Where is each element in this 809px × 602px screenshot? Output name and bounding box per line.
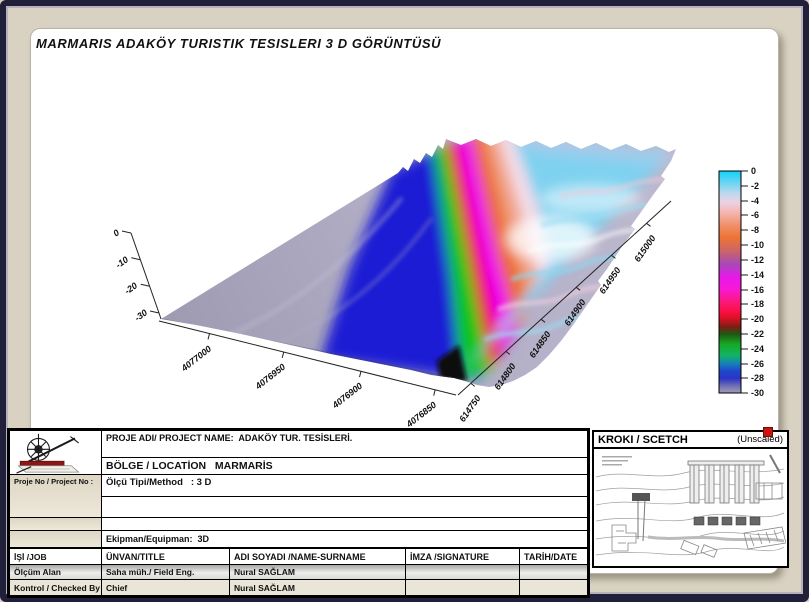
location-label: BÖLGE / LOCATİON: [106, 460, 206, 472]
svg-text:-20: -20: [123, 280, 139, 296]
row2-name-cell: Nural SAĞLAM: [230, 580, 406, 595]
method-cell: Ölçü Tipi/Method : 3 D: [102, 475, 587, 497]
equipment-value: 3D: [198, 534, 210, 544]
col-header-date-text: TARİH/DATE: [524, 552, 577, 562]
svg-text:-16: -16: [751, 285, 764, 295]
row1-name: Nural SAĞLAM: [234, 567, 295, 577]
svg-text:-28: -28: [751, 373, 764, 383]
project-name-cell: PROJE ADI/ PROJECT NAME: ADAKÖY TUR. TES…: [102, 431, 587, 458]
surface-mesh: [121, 109, 701, 409]
svg-text:4077000: 4077000: [179, 344, 214, 374]
col-header-signature-text: İMZA /SIGNATURE: [410, 552, 489, 562]
svg-text:-4: -4: [751, 196, 759, 206]
col-header-signature: İMZA /SIGNATURE: [406, 547, 520, 565]
col-header-title-text: ÜNVAN/TITLE: [106, 552, 165, 562]
row1-title-cell: Saha müh./ Field Eng.: [102, 565, 230, 580]
row2-job-cell: Kontrol / Checked By: [10, 580, 102, 595]
svg-text:-26: -26: [751, 359, 764, 369]
empty-left-cell-1: [10, 518, 102, 531]
svg-text:4076900: 4076900: [330, 381, 365, 411]
company-logo: [11, 432, 97, 474]
row1-title: Saha müh./ Field Eng.: [106, 567, 194, 577]
col-header-date: TARİH/DATE: [520, 547, 587, 565]
svg-text:4076950: 4076950: [253, 362, 288, 392]
empty-right-cell-1: [102, 497, 587, 518]
svg-text:-20: -20: [751, 314, 764, 324]
kroki-panel: KROKI / SCETCH (Unscaled): [592, 430, 789, 568]
project-no-label: Proje No / Project No :: [14, 477, 93, 486]
svg-text:615000: 615000: [632, 233, 657, 263]
red-corner-mark: [763, 427, 773, 437]
svg-text:0: 0: [111, 227, 121, 238]
project-no-cell: Proje No / Project No :: [10, 475, 102, 518]
col-header-title: ÜNVAN/TITLE: [102, 547, 230, 565]
empty-right-cell-2: [102, 518, 587, 531]
colorbar-labels: 0 -2 -4 -6 -8 -10 -12 -14 -16 -18 -20 -2…: [751, 166, 764, 398]
col-header-job: İŞİ /JOB: [14, 552, 47, 562]
empty-left-cell-2: [10, 531, 102, 547]
kroki-unscaled-note: (Unscaled): [737, 434, 783, 445]
row2-job: Kontrol / Checked By: [14, 583, 100, 593]
equipment-cell: Ekipman/Equipman: 3D: [102, 531, 587, 547]
row2-title: Chief: [106, 583, 127, 593]
svg-text:-24: -24: [751, 344, 764, 354]
row1-signature-cell: [406, 565, 520, 580]
row2-title-cell: Chief: [102, 580, 230, 595]
kroki-header: KROKI / SCETCH (Unscaled): [594, 432, 787, 449]
row2-date-cell: [520, 580, 587, 595]
kroki-sketch: [594, 449, 786, 564]
row2-signature-cell: [406, 580, 520, 595]
project-label: PROJE ADI/ PROJECT NAME:: [106, 433, 234, 443]
svg-text:-22: -22: [751, 329, 764, 339]
svg-text:-30: -30: [751, 388, 764, 398]
z-axis: [122, 231, 161, 319]
titleblock-table: Proje No / Project No : İŞİ /JOB Ölçüm A…: [7, 428, 590, 598]
colorbar: 0 -2 -4 -6 -8 -10 -12 -14 -16 -18 -20 -2…: [719, 166, 764, 398]
kroki-title: KROKI / SCETCH: [598, 434, 688, 446]
svg-text:4076850: 4076850: [404, 400, 439, 430]
location-cell: BÖLGE / LOCATİON MARMARİS: [102, 458, 587, 475]
svg-text:-2: -2: [751, 181, 759, 191]
col-header-name: ADI SOYADI /NAME-SURNAME: [230, 547, 406, 565]
row2-name: Nural SAĞLAM: [234, 583, 295, 593]
row1-name-cell: Nural SAĞLAM: [230, 565, 406, 580]
col-header-name-text: ADI SOYADI /NAME-SURNAME: [234, 552, 366, 562]
equipment-label: Ekipman/Equipman:: [106, 534, 193, 544]
location-value: MARMARİS: [215, 460, 273, 472]
svg-text:-12: -12: [751, 255, 764, 265]
z-axis-labels: 0 -10 -20 -30: [111, 227, 149, 323]
row1-date-cell: [520, 565, 587, 580]
row1-job: Ölçüm Alan: [14, 567, 61, 577]
svg-text:0: 0: [751, 166, 756, 176]
method-value: : 3 D: [191, 477, 212, 488]
logo-cell: [10, 431, 102, 475]
svg-text:614750: 614750: [457, 393, 482, 423]
row1-job-cell: Ölçüm Alan: [10, 565, 102, 580]
svg-text:-14: -14: [751, 270, 764, 280]
svg-text:-10: -10: [751, 240, 764, 250]
project-value: ADAKÖY TUR. TESİSLERİ.: [238, 433, 352, 443]
svg-text:-10: -10: [114, 254, 130, 270]
svg-text:-18: -18: [751, 299, 764, 309]
svg-text:-8: -8: [751, 225, 759, 235]
svg-text:-6: -6: [751, 210, 759, 220]
job-header-cell: İŞİ /JOB: [10, 547, 102, 565]
svg-text:-30: -30: [133, 307, 149, 323]
method-label: Ölçü Tipi/Method: [106, 477, 183, 488]
